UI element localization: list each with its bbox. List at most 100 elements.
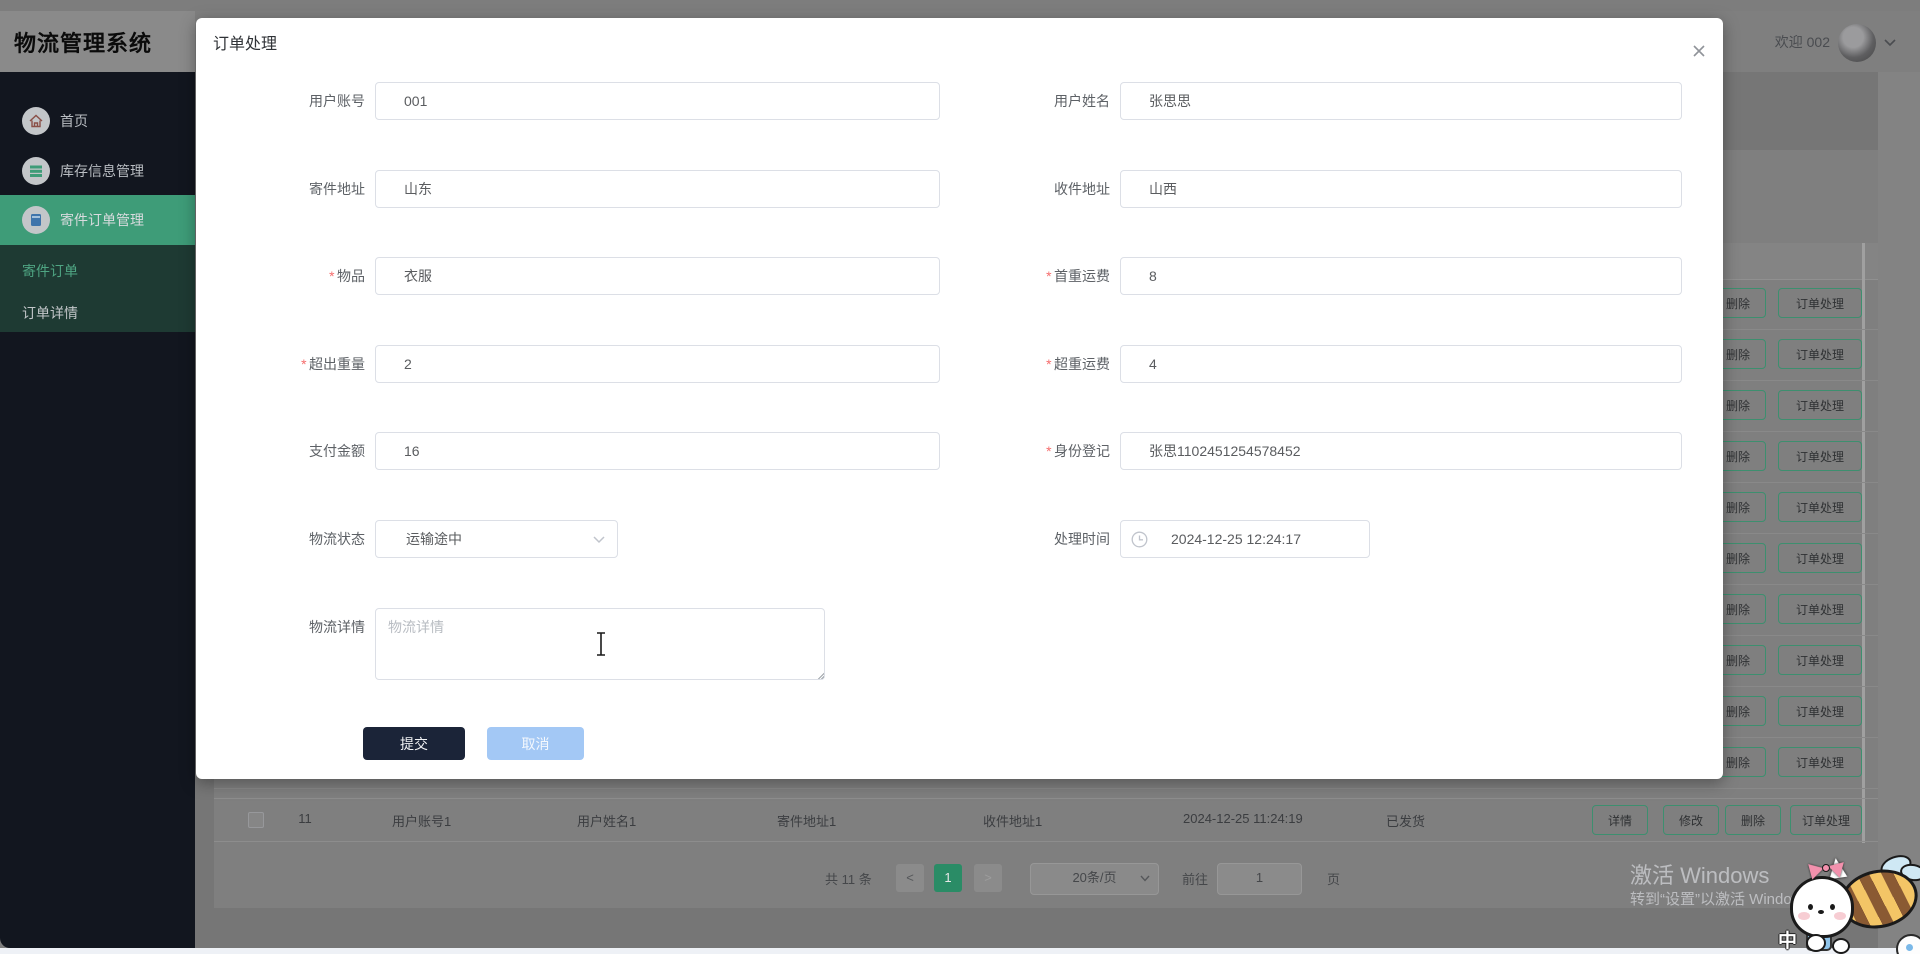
pet-bow-knot bbox=[1822, 864, 1830, 872]
field-label-overweight-fee: * 超重运费 bbox=[1045, 356, 1110, 372]
field-label-logistics-status: 物流状态 bbox=[309, 531, 365, 547]
receive-address-input[interactable] bbox=[1120, 170, 1682, 208]
pagination-prev-button[interactable]: < bbox=[896, 864, 924, 892]
field-label-excess-weight: * 超出重量 bbox=[300, 356, 365, 372]
chevron-down-icon bbox=[1140, 875, 1150, 882]
pet-nose bbox=[1818, 910, 1824, 914]
process-order-button[interactable]: 订单处理 bbox=[1790, 805, 1862, 835]
welcome-text: 欢迎 002 bbox=[1774, 33, 1830, 50]
cell-receive-address: 收件地址1 bbox=[983, 814, 1043, 829]
field-label-logistics-detail: 物流详情 bbox=[309, 619, 365, 635]
cell-user-account: 用户账号1 bbox=[392, 814, 452, 829]
chevron-down-icon[interactable] bbox=[1884, 39, 1896, 47]
field-label-identity-register: * 身份登记 bbox=[1045, 443, 1110, 459]
logistics-status-value: 运输途中 bbox=[406, 531, 462, 547]
process-order-button[interactable]: 订单处理 bbox=[1778, 594, 1862, 624]
field-label-receive-address: 收件地址 bbox=[1054, 181, 1110, 197]
sidebar-item-label: 寄件订单管理 bbox=[60, 212, 144, 228]
dialog-title: 订单处理 bbox=[213, 36, 278, 53]
field-label-payment-amount: 支付金额 bbox=[309, 443, 365, 459]
pet-paw bbox=[1806, 934, 1826, 952]
clock-icon bbox=[1131, 531, 1148, 548]
sidebar-item-orders[interactable]: 寄件订单管理 bbox=[0, 195, 195, 245]
app-title: 物流管理系统 bbox=[14, 30, 153, 56]
required-asterisk: * bbox=[328, 268, 334, 284]
text-cursor-icon bbox=[597, 632, 605, 656]
edit-button[interactable]: 修改 bbox=[1663, 805, 1719, 835]
submenu-item-send-orders[interactable]: 寄件订单 bbox=[22, 261, 78, 281]
pagination-page-1[interactable]: 1 bbox=[934, 864, 962, 892]
screen: 物流管理系统 欢迎 002 首页 库存信息管理 寄件订单管理 寄件订单 订单详情… bbox=[0, 0, 1920, 954]
sidebar-item-inventory[interactable]: 库存信息管理 bbox=[0, 146, 195, 196]
first-weight-fee-input[interactable] bbox=[1120, 257, 1682, 295]
page-size-select[interactable]: 20条/页 bbox=[1030, 863, 1159, 895]
process-time-input[interactable]: 2024-12-25 12:24:17 bbox=[1120, 520, 1370, 558]
field-label-user-account: 用户账号 bbox=[309, 93, 365, 109]
page-background bbox=[1878, 72, 1920, 948]
sidebar: 首页 库存信息管理 寄件订单管理 寄件订单 订单详情 bbox=[0, 72, 195, 948]
avatar[interactable] bbox=[1838, 24, 1876, 62]
process-order-button[interactable]: 订单处理 bbox=[1778, 441, 1862, 471]
field-label-process-time: 处理时间 bbox=[1054, 531, 1110, 547]
app-logo: 物流管理系统 bbox=[0, 11, 195, 72]
page-unit-label: 页 bbox=[1327, 872, 1341, 887]
pagination-total: 共 11 条 bbox=[825, 872, 872, 887]
process-order-button[interactable]: 订单处理 bbox=[1778, 543, 1862, 573]
identity-register-input[interactable] bbox=[1120, 432, 1682, 470]
order-process-dialog: 订单处理 用户账号 用户姓名 寄件地址 收件地址 *物品 *首重运费 *超出重量… bbox=[196, 18, 1723, 779]
process-order-button[interactable]: 订单处理 bbox=[1778, 696, 1862, 726]
submit-button[interactable]: 提交 bbox=[363, 727, 465, 760]
cell-index: 11 bbox=[298, 811, 312, 826]
process-order-button[interactable]: 订单处理 bbox=[1778, 339, 1862, 369]
cell-status: 已发货 bbox=[1386, 814, 1426, 829]
sidebar-item-label: 库存信息管理 bbox=[60, 163, 144, 179]
resize-grip-icon[interactable] bbox=[814, 669, 824, 679]
pet-head bbox=[1790, 876, 1854, 938]
process-order-button[interactable]: 订单处理 bbox=[1778, 390, 1862, 420]
field-label-first-weight-fee: * 首重运费 bbox=[1045, 268, 1110, 284]
bottom-strip bbox=[0, 948, 1920, 954]
detail-button[interactable]: 详情 bbox=[1592, 805, 1648, 835]
pagination-next-button[interactable]: > bbox=[974, 864, 1002, 892]
field-label-item: * 物品 bbox=[328, 268, 365, 284]
required-asterisk: * bbox=[1045, 443, 1051, 459]
cell-user-name: 用户姓名1 bbox=[577, 814, 637, 829]
pet-blush bbox=[1798, 912, 1810, 920]
sidebar-item-label: 首页 bbox=[60, 113, 88, 129]
field-label-send-address: 寄件地址 bbox=[309, 181, 365, 197]
overweight-fee-input[interactable] bbox=[1120, 345, 1682, 383]
page-size-value: 20条/页 bbox=[1072, 870, 1117, 885]
row-checkbox[interactable] bbox=[248, 812, 264, 828]
sidebar-submenu: 寄件订单 订单详情 bbox=[0, 245, 195, 332]
pet-blush bbox=[1834, 912, 1846, 920]
order-book-icon bbox=[22, 206, 50, 234]
process-order-button[interactable]: 订单处理 bbox=[1778, 492, 1862, 522]
required-asterisk: * bbox=[1045, 356, 1051, 372]
windows-activation-watermark: 激活 Windows bbox=[1630, 863, 1770, 888]
user-name-input[interactable] bbox=[1120, 82, 1682, 120]
desktop-pet-sticker[interactable] bbox=[1788, 851, 1920, 954]
logistics-status-select[interactable]: 运输途中 bbox=[375, 520, 618, 558]
close-icon[interactable] bbox=[1688, 40, 1710, 62]
home-icon bbox=[22, 107, 50, 135]
goto-page-input[interactable]: 1 bbox=[1217, 863, 1302, 895]
submenu-item-order-detail[interactable]: 订单详情 bbox=[22, 303, 78, 323]
required-asterisk: * bbox=[1045, 268, 1051, 284]
chevron-down-icon bbox=[593, 536, 605, 544]
process-time-value: 2024-12-25 12:24:17 bbox=[1171, 531, 1301, 547]
process-order-button[interactable]: 订单处理 bbox=[1778, 645, 1862, 675]
goto-label: 前往 bbox=[1182, 872, 1209, 887]
sidebar-item-home[interactable]: 首页 bbox=[0, 96, 195, 146]
field-label-user-name: 用户姓名 bbox=[1054, 93, 1110, 109]
cell-send-address: 寄件地址1 bbox=[777, 814, 837, 829]
cancel-button[interactable]: 取消 bbox=[487, 727, 584, 760]
table-row: 11 用户账号1 用户姓名1 寄件地址1 收件地址1 2024-12-25 11… bbox=[214, 798, 1878, 842]
process-order-button[interactable]: 订单处理 bbox=[1778, 288, 1862, 318]
required-asterisk: * bbox=[300, 356, 306, 372]
pet-eye bbox=[1830, 904, 1835, 910]
process-order-button[interactable]: 订单处理 bbox=[1778, 747, 1862, 777]
pet-paw bbox=[1832, 938, 1850, 954]
delete-button[interactable]: 删除 bbox=[1725, 805, 1781, 835]
cell-process-time: 2024-12-25 11:24:19 bbox=[1183, 811, 1303, 826]
inventory-icon bbox=[22, 157, 50, 185]
